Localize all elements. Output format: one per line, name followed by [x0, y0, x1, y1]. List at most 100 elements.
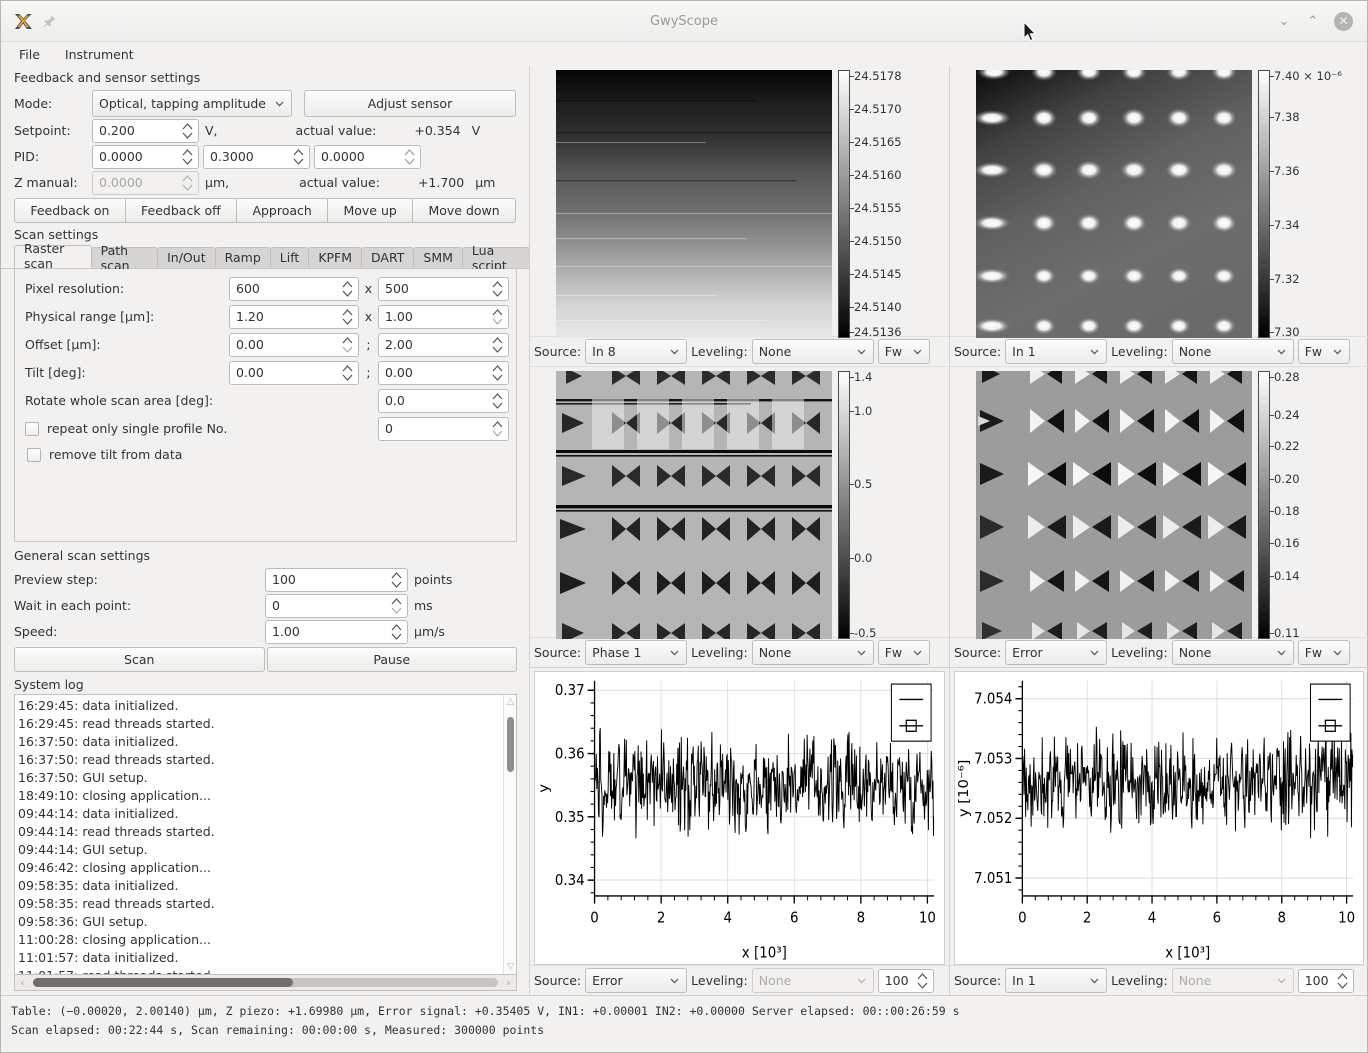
stepper-arrows-icon[interactable] — [490, 306, 505, 328]
in1-graph-leveling-select[interactable]: None — [1172, 968, 1294, 993]
tab-kpfm[interactable]: KPFM — [308, 247, 362, 268]
topography-leveling-select[interactable]: None — [752, 339, 874, 364]
phase-source-select[interactable]: Phase 1 — [585, 640, 687, 665]
phase-direction-select[interactable]: Fw — [878, 640, 930, 665]
stepper-arrows-icon[interactable] — [389, 621, 404, 643]
stepper-arrows-icon[interactable] — [402, 146, 417, 168]
stepper-arrows-icon[interactable] — [180, 120, 195, 142]
pid-i-input[interactable]: 0.3000 — [203, 145, 310, 169]
pid-d-input[interactable]: 0.0000 — [314, 145, 421, 169]
error-graph[interactable]: 0.340.350.360.370246810x [10³]y — [534, 671, 945, 965]
maximize-icon[interactable]: ⌃ — [1305, 15, 1321, 28]
phase-leveling-select[interactable]: None — [752, 640, 874, 665]
in1-graph-points-input[interactable]: 100 — [1298, 969, 1354, 993]
tab-ramp[interactable]: Ramp — [215, 247, 271, 268]
zmanual-input[interactable]: 0.0000 — [92, 171, 199, 195]
scroll-up-icon[interactable]: △ — [506, 697, 515, 707]
tab-raster-scan[interactable]: Raster scan — [14, 245, 92, 268]
minimize-icon[interactable]: ⌄ — [1276, 15, 1292, 28]
remove-tilt-checkbox[interactable] — [27, 448, 41, 462]
stepper-arrows-icon[interactable] — [340, 306, 355, 328]
stepper-arrows-icon[interactable] — [340, 278, 355, 300]
stepper-arrows-icon[interactable] — [490, 362, 505, 384]
move-up-button[interactable]: Move up — [328, 198, 413, 223]
phase-scan-image[interactable] — [556, 371, 832, 639]
amplitude-scan-image[interactable] — [976, 70, 1252, 338]
rotate-input[interactable]: 0.0 — [378, 389, 509, 413]
log-vertical-scrollbar[interactable]: △ ▽ — [503, 695, 516, 974]
raster-scan-panel: Pixel resolution: 600 x 500 Physical ran… — [14, 269, 517, 542]
pause-button[interactable]: Pause — [267, 647, 518, 672]
tilt-x-input[interactable]: 0.00 — [229, 361, 359, 385]
scroll-down-icon[interactable]: ▽ — [506, 962, 515, 972]
pixel-resolution-x-input[interactable]: 600 — [229, 277, 359, 301]
log-scroll-thumb[interactable] — [507, 717, 514, 772]
stepper-arrows-icon[interactable] — [180, 172, 195, 194]
error-source-select[interactable]: Error — [1005, 640, 1107, 665]
hscroll-thumb[interactable] — [33, 978, 293, 987]
error-graph-points-input[interactable]: 100 — [878, 969, 934, 993]
topography-scan-image[interactable] — [556, 70, 832, 338]
feedback-on-button[interactable]: Feedback on — [14, 198, 126, 223]
adjust-sensor-button[interactable]: Adjust sensor — [304, 90, 516, 117]
stepper-arrows-icon[interactable] — [340, 334, 355, 356]
physical-range-y-input[interactable]: 1.00 — [378, 305, 509, 329]
pin-icon[interactable] — [42, 14, 57, 29]
scroll-right-icon[interactable]: › — [503, 976, 514, 989]
stepper-arrows-icon[interactable] — [490, 390, 505, 412]
error-leveling-select[interactable]: None — [1172, 640, 1294, 665]
amplitude-source-select[interactable]: In 1 — [1005, 339, 1107, 364]
error-direction-select[interactable]: Fw — [1298, 640, 1350, 665]
tilt-y-input[interactable]: 0.00 — [378, 361, 509, 385]
close-icon[interactable]: ✕ — [1334, 12, 1353, 31]
feedback-off-button[interactable]: Feedback off — [126, 198, 237, 223]
repeat-profile-input[interactable]: 0 — [378, 417, 509, 441]
scroll-left-icon[interactable]: ‹ — [17, 976, 28, 989]
tab-lift[interactable]: Lift — [270, 247, 310, 268]
stepper-arrows-icon[interactable] — [490, 278, 505, 300]
stepper-arrows-icon[interactable] — [389, 595, 404, 617]
error-scan-image[interactable] — [976, 371, 1252, 639]
in1-graph-source-select[interactable]: In 1 — [1005, 968, 1107, 993]
in1-graph[interactable]: 7.0517.0527.0537.0540246810x [10³]y [10⁻… — [954, 671, 1364, 965]
stepper-arrows-icon[interactable] — [180, 146, 195, 168]
error-graph-leveling-select[interactable]: None — [752, 968, 874, 993]
tab-smm[interactable]: SMM — [413, 247, 463, 268]
repeat-profile-checkbox[interactable] — [25, 422, 39, 436]
hscroll-track[interactable] — [33, 978, 498, 987]
log-horizontal-scrollbar[interactable]: ‹ › — [14, 975, 517, 991]
amplitude-direction-select[interactable]: Fw — [1298, 339, 1350, 364]
stepper-arrows-icon[interactable] — [389, 569, 404, 591]
amplitude-leveling-select[interactable]: None — [1172, 339, 1294, 364]
physical-range-x-input[interactable]: 1.20 — [229, 305, 359, 329]
tab-lua-script[interactable]: Lua script — [462, 247, 530, 268]
offset-y-input[interactable]: 2.00 — [378, 333, 509, 357]
pixel-resolution-y-input[interactable]: 500 — [378, 277, 509, 301]
mode-select[interactable]: Optical, tapping amplitude — [92, 90, 292, 117]
stepper-arrows-icon[interactable] — [490, 418, 505, 440]
topography-source-select[interactable]: In 8 — [585, 339, 687, 364]
stepper-arrows-icon[interactable] — [340, 362, 355, 384]
stepper-arrows-icon[interactable] — [291, 146, 306, 168]
menu-item-instrument[interactable]: Instrument — [65, 47, 134, 62]
stepper-arrows-icon[interactable] — [915, 970, 930, 992]
stepper-arrows-icon[interactable] — [490, 334, 505, 356]
tab-path-scan[interactable]: Path scan — [91, 247, 159, 268]
scan-button[interactable]: Scan — [14, 647, 265, 672]
pid-p-input[interactable]: 0.0000 — [92, 145, 199, 169]
move-down-button[interactable]: Move down — [413, 198, 516, 223]
stepper-arrows-icon[interactable] — [1335, 970, 1350, 992]
error-graph-source-select[interactable]: Error — [585, 968, 687, 993]
approach-button[interactable]: Approach — [237, 198, 328, 223]
tab-in-out[interactable]: In/Out — [157, 247, 215, 268]
offset-x-input[interactable]: 0.00 — [229, 333, 359, 357]
tab-dart[interactable]: DART — [361, 247, 414, 268]
speed-input[interactable]: 1.00 — [265, 620, 408, 644]
setpoint-input[interactable]: 0.200 — [92, 119, 199, 143]
preview-step-input[interactable]: 100 — [265, 568, 408, 592]
menu-item-file[interactable]: File — [19, 47, 40, 62]
cbar-tick: 7.32 — [1270, 272, 1300, 286]
wait-point-input[interactable]: 0 — [265, 594, 408, 618]
topography-direction-select[interactable]: Fw — [878, 339, 930, 364]
leveling-label: Leveling: — [691, 645, 748, 660]
